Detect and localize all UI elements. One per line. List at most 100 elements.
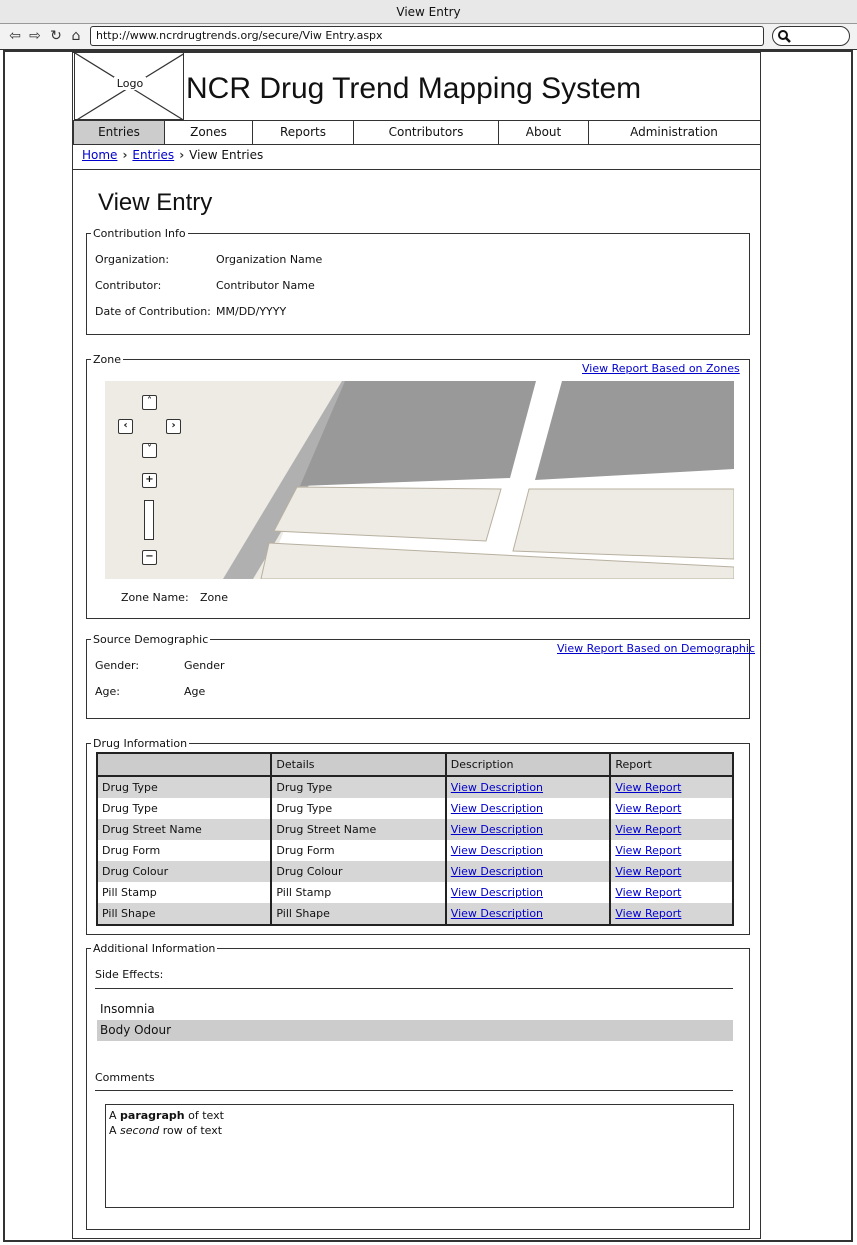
comment-text: row of text (159, 1124, 223, 1137)
site-title: NCR Drug Trend Mapping System (186, 72, 642, 105)
comments-divider (95, 1090, 733, 1091)
refresh-icon[interactable]: ↻ (47, 27, 65, 45)
view-report-link[interactable]: View Report (615, 823, 681, 836)
chevron-right-icon: › (179, 148, 185, 162)
map-block-4 (512, 488, 734, 560)
browser-search-input[interactable] (772, 26, 850, 46)
description-cell: View Description (445, 776, 612, 798)
map-block-2 (535, 381, 734, 480)
report-cell: View Report (610, 840, 733, 861)
list-item[interactable]: Body Odour (97, 1020, 733, 1041)
table-row: Pill Shape Pill Shape View Description V… (97, 903, 733, 925)
menu-about[interactable]: About (499, 121, 589, 144)
drug-information-legend: Drug Information (93, 737, 188, 750)
pan-up-icon[interactable]: ˄ (142, 395, 157, 410)
drug-field-detail: Drug Type (271, 776, 447, 798)
report-cell: View Report (610, 776, 733, 798)
drug-field-detail: Drug Form (271, 840, 447, 861)
contributor-label: Contributor: (95, 279, 162, 292)
menu-contributors[interactable]: Contributors (354, 121, 499, 144)
table-row: Drug Colour Drug Colour View Description… (97, 861, 733, 882)
view-description-link[interactable]: View Description (451, 802, 543, 815)
drug-field-name: Drug Form (97, 840, 273, 861)
logo: Logo (74, 52, 184, 120)
logo-text: Logo (75, 77, 183, 90)
comments-textarea[interactable]: A paragraph of text A second row of text (105, 1104, 734, 1208)
zone-name-value: Zone (200, 591, 229, 604)
menu-reports[interactable]: Reports (253, 121, 354, 144)
zoom-slider[interactable] (144, 500, 154, 540)
back-icon[interactable]: ⇦ (6, 27, 24, 45)
zoom-in-icon[interactable]: + (142, 473, 157, 488)
menu-entries[interactable]: Entries (74, 121, 165, 144)
breadcrumb-home[interactable]: Home (82, 148, 117, 162)
view-report-link[interactable]: View Report (615, 844, 681, 857)
drug-field-detail: Drug Type (271, 798, 447, 819)
column-header (97, 753, 273, 777)
home-icon[interactable]: ⌂ (67, 27, 85, 45)
zone-map[interactable]: ˄ ‹ › ˅ + − (105, 381, 734, 579)
pan-left-icon[interactable]: ‹ (118, 419, 133, 434)
report-cell: View Report (610, 819, 733, 840)
description-cell: View Description (445, 861, 612, 882)
browser-toolbar: ⇦ ⇨ ↻ ⌂ http://www.ncrdrugtrends.org/sec… (0, 24, 857, 50)
url-input[interactable]: http://www.ncrdrugtrends.org/secure/Viw … (90, 26, 764, 46)
comment-text: A (109, 1109, 121, 1122)
description-cell: View Description (445, 819, 612, 840)
comment-bold-text: paragraph (120, 1109, 185, 1122)
zoom-out-icon[interactable]: − (142, 550, 157, 565)
view-description-link[interactable]: View Description (451, 907, 543, 920)
zone-legend: Zone (93, 353, 122, 366)
description-cell: View Description (445, 903, 612, 925)
drug-field-name: Pill Stamp (97, 882, 273, 903)
view-report-zones-link[interactable]: View Report Based on Zones (582, 362, 740, 375)
list-item[interactable]: Insomnia (97, 999, 733, 1020)
view-description-link[interactable]: View Description (451, 781, 543, 794)
report-cell: View Report (610, 882, 733, 903)
column-header-description: Description (445, 753, 612, 777)
view-report-link[interactable]: View Report (615, 802, 681, 815)
pan-right-icon[interactable]: › (166, 419, 181, 434)
table-row: Drug Street Name Drug Street Name View D… (97, 819, 733, 840)
side-effects-label: Side Effects: (95, 968, 164, 981)
comments-line-1: A paragraph of text (109, 1108, 730, 1123)
drug-field-name: Drug Colour (97, 861, 273, 882)
description-cell: View Description (445, 798, 612, 819)
view-report-link[interactable]: View Report (615, 907, 681, 920)
view-description-link[interactable]: View Description (451, 823, 543, 836)
menu-administration[interactable]: Administration (589, 121, 759, 144)
additional-information-legend: Additional Information (93, 942, 216, 955)
drug-field-name: Drug Street Name (97, 819, 273, 840)
view-description-link[interactable]: View Description (451, 865, 543, 878)
window-title: View Entry (0, 0, 857, 24)
menu-zones[interactable]: Zones (165, 121, 253, 144)
zone-name-label: Zone Name: (121, 591, 189, 604)
date-of-contribution-value: MM/DD/YYYY (216, 305, 287, 318)
drug-information-table: Details Description Report Drug Type Dru… (96, 752, 734, 926)
side-effects-divider (95, 988, 733, 989)
contributor-value: Contributor Name (216, 279, 315, 292)
description-cell: View Description (445, 882, 612, 903)
drug-field-detail: Pill Stamp (271, 882, 447, 903)
map-block-3 (273, 486, 502, 542)
view-description-link[interactable]: View Description (451, 886, 543, 899)
column-header-report: Report (610, 753, 733, 777)
drug-field-detail: Drug Colour (271, 861, 447, 882)
pan-down-icon[interactable]: ˅ (142, 443, 157, 458)
view-report-link[interactable]: View Report (615, 865, 681, 878)
breadcrumb-entries[interactable]: Entries (132, 148, 174, 162)
search-icon (778, 30, 791, 43)
page-title: View Entry (98, 189, 213, 216)
forward-icon[interactable]: ⇨ (26, 27, 44, 45)
view-report-demographic-link[interactable]: View Report Based on Demographic (557, 642, 755, 655)
breadcrumb-current: View Entries (189, 148, 264, 162)
view-description-link[interactable]: View Description (451, 844, 543, 857)
table-row: Drug Type Drug Type View Description Vie… (97, 798, 733, 819)
view-report-link[interactable]: View Report (615, 781, 681, 794)
view-report-link[interactable]: View Report (615, 886, 681, 899)
gender-value: Gender (184, 659, 225, 672)
map-graphic (223, 381, 734, 579)
description-cell: View Description (445, 840, 612, 861)
table-row: Drug Type Drug Type View Description Vie… (97, 776, 733, 798)
age-value: Age (184, 685, 206, 698)
